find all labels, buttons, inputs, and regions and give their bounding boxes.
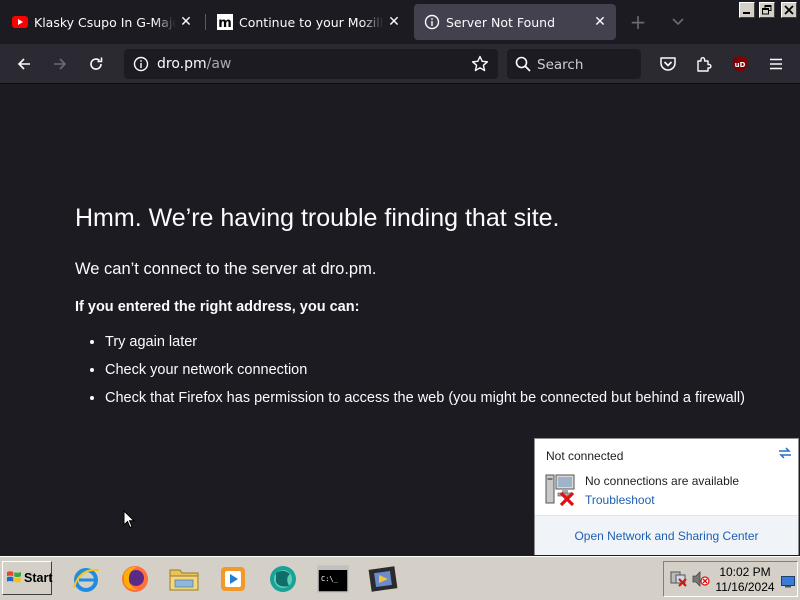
tab-title: Server Not Found bbox=[446, 14, 556, 30]
flyout-bottom-panel: Open Network and Sharing Center bbox=[535, 515, 798, 555]
suggestion-list: Try again later Check your network conne… bbox=[75, 332, 755, 416]
error-lead: If you entered the right address, you ca… bbox=[75, 299, 360, 315]
forward-button[interactable] bbox=[46, 50, 74, 78]
url-bar[interactable]: dro.pm/aw bbox=[124, 49, 498, 79]
tab-mozilla-account[interactable]: m Continue to your Mozilla account ✕ bbox=[207, 4, 410, 40]
mozilla-m-icon: m bbox=[217, 14, 233, 30]
mouse-cursor-icon bbox=[123, 509, 136, 533]
svg-text:uD: uD bbox=[735, 61, 746, 69]
network-disconnected-icon[interactable] bbox=[670, 571, 688, 591]
back-button[interactable] bbox=[10, 50, 38, 78]
reload-icon bbox=[90, 57, 103, 70]
close-tab-icon[interactable]: ✕ bbox=[176, 12, 196, 32]
tab-title: Klasky Csupo In G-Major 4 F bbox=[34, 14, 176, 30]
firefox-icon[interactable] bbox=[114, 561, 156, 597]
hamburger-menu-icon bbox=[770, 58, 782, 70]
search-placeholder: Search bbox=[537, 57, 584, 73]
start-label: Start bbox=[24, 571, 53, 585]
ublock-shield-icon: uD bbox=[733, 56, 747, 72]
bookmark-star-icon[interactable] bbox=[471, 55, 489, 77]
taskbar: Start C:\_ 10:02 PM 11/16/2024 bbox=[0, 556, 800, 600]
back-arrow-icon bbox=[17, 58, 30, 70]
extensions-button[interactable] bbox=[690, 50, 718, 78]
search-icon bbox=[515, 56, 531, 76]
svg-text:m: m bbox=[218, 16, 232, 30]
globe-app-icon[interactable] bbox=[262, 561, 304, 597]
error-description: We can’t connect to the server at dro.pm… bbox=[75, 260, 377, 278]
svg-text:C:\_: C:\_ bbox=[321, 575, 339, 583]
list-item: Check your network connection bbox=[105, 360, 755, 380]
movie-maker-icon[interactable] bbox=[362, 561, 404, 597]
list-item: Check that Firefox has permission to acc… bbox=[105, 388, 755, 408]
tab-list-chevron-icon[interactable] bbox=[668, 12, 688, 32]
app-menu-button[interactable] bbox=[762, 50, 790, 78]
info-icon bbox=[424, 14, 440, 30]
connection-status: Not connected bbox=[546, 449, 624, 463]
windows-flag-icon bbox=[6, 570, 22, 587]
close-tab-icon[interactable]: ✕ bbox=[590, 12, 610, 32]
minimize-button[interactable] bbox=[739, 2, 755, 18]
clock[interactable]: 10:02 PM 11/16/2024 bbox=[712, 565, 778, 595]
connection-message: No connections are available bbox=[585, 474, 740, 488]
troubleshoot-link[interactable]: Troubleshoot bbox=[585, 493, 655, 507]
command-prompt-icon[interactable]: C:\_ bbox=[312, 561, 354, 597]
start-button[interactable]: Start bbox=[2, 561, 52, 595]
tab-strip: Klasky Csupo In G-Major 4 F ✕ m Continue… bbox=[0, 0, 800, 44]
tab-youtube[interactable]: Klasky Csupo In G-Major 4 F ✕ bbox=[2, 4, 202, 40]
reload-button[interactable] bbox=[82, 50, 110, 78]
url-host: dro.pm bbox=[157, 56, 207, 72]
volume-muted-icon[interactable] bbox=[692, 571, 710, 591]
ublock-origin-button[interactable]: uD bbox=[726, 50, 754, 78]
open-network-center-link[interactable]: Open Network and Sharing Center bbox=[535, 529, 798, 543]
disconnected-computer-icon bbox=[544, 471, 578, 512]
youtube-icon bbox=[12, 14, 28, 30]
error-title: Hmm. We’re having trouble finding that s… bbox=[75, 204, 560, 232]
close-window-button[interactable] bbox=[781, 2, 797, 18]
pocket-button[interactable] bbox=[654, 50, 682, 78]
refresh-connections-icon[interactable] bbox=[777, 445, 793, 466]
list-item: Try again later bbox=[105, 332, 755, 352]
url-text[interactable]: dro.pm/aw bbox=[157, 56, 231, 72]
forward-arrow-icon bbox=[54, 58, 67, 70]
close-tab-icon[interactable]: ✕ bbox=[384, 12, 404, 32]
search-bar[interactable]: Search bbox=[507, 49, 641, 79]
restore-button[interactable] bbox=[759, 2, 775, 18]
network-flyout: Not connected No connections are availab… bbox=[534, 438, 799, 555]
tab-server-not-found[interactable]: Server Not Found ✕ bbox=[414, 4, 616, 40]
tab-title: Continue to your Mozilla account bbox=[239, 14, 384, 30]
tab-separator bbox=[205, 14, 206, 30]
pocket-icon bbox=[660, 57, 676, 71]
flyout-top-panel: Not connected No connections are availab… bbox=[535, 439, 798, 515]
system-tray: 10:02 PM 11/16/2024 bbox=[663, 561, 798, 597]
media-player-icon[interactable] bbox=[212, 561, 254, 597]
site-info-icon[interactable] bbox=[133, 56, 149, 76]
puzzle-piece-icon bbox=[697, 57, 712, 72]
clock-date: 11/16/2024 bbox=[715, 580, 775, 594]
internet-explorer-icon[interactable] bbox=[65, 561, 107, 597]
clock-time: 10:02 PM bbox=[719, 565, 771, 579]
url-path: /aw bbox=[206, 56, 232, 72]
explorer-folder-icon[interactable] bbox=[163, 561, 205, 597]
new-tab-icon[interactable]: + bbox=[628, 12, 648, 32]
show-desktop-icon[interactable] bbox=[781, 573, 795, 592]
